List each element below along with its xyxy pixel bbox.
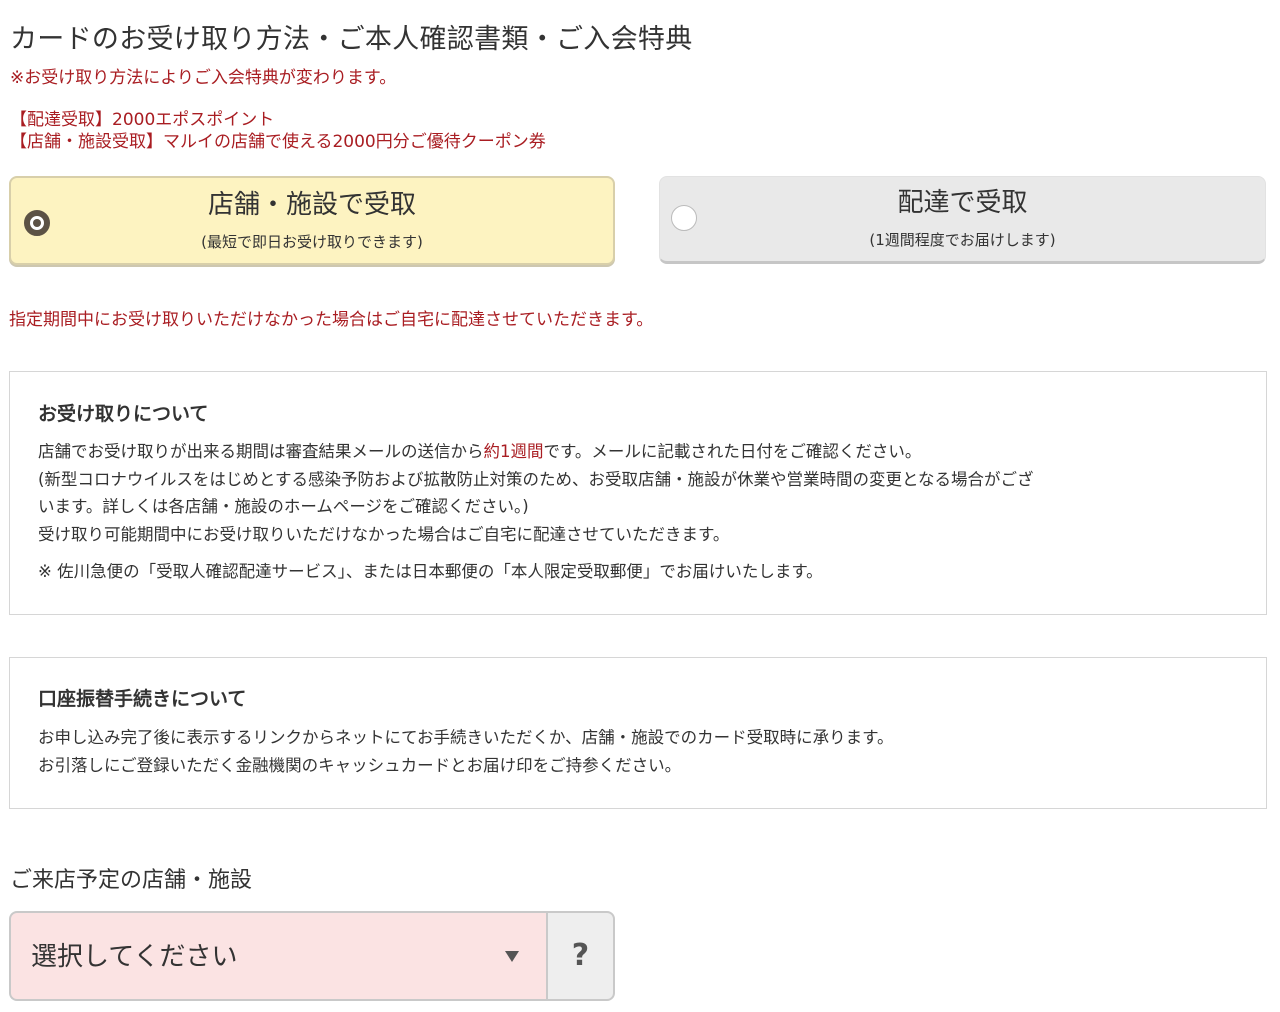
covid-notice-line2: います。詳しくは各店舗・施設のホームページをご確認ください。) — [38, 497, 529, 516]
transfer-text-line2: お引落しにご登録いただく金融機関のキャッシュカードとお届け印をご持参ください。 — [38, 756, 682, 775]
benefit-store: 【店舗・施設受取】マルイの店舗で使える2000円分ご優待クーポン券 — [10, 132, 546, 152]
receipt-period-suffix: です。メールに記載された日付をご確認ください。 — [543, 442, 922, 461]
receipt-delivery-note: ※ 佐川急便の「受取人確認配達サービス」、または日本郵便の「本人限定受取郵便」で… — [38, 562, 823, 581]
option-delivery-title: 配達で受取 — [897, 188, 1028, 218]
receipt-period-prefix: 店舗でお受け取りが出来る期間は審査結果メールの送信から — [38, 442, 484, 461]
store-select-value: 選択してください — [31, 942, 238, 972]
receipt-period-text: 店舗でお受け取りが出来る期間は審査結果メールの送信から約1週間です。メールに記載… — [38, 438, 921, 465]
receipt-info-box: お受け取りについて 店舗でお受け取りが出来る期間は審査結果メールの送信から約1週… — [9, 371, 1267, 615]
option-store-subtitle: (最短で即日お受け取りできます) — [201, 233, 423, 251]
option-store-pickup[interactable]: 店舗・施設で受取 (最短で即日お受け取りできます) — [9, 176, 615, 265]
option-store-title: 店舗・施設で受取 — [207, 190, 416, 220]
receipt-period-highlight: 約1週間 — [483, 442, 544, 461]
pickup-warning: 指定期間中にお受け取りいただけなかった場合はご自宅に配達させていただきます。 — [9, 310, 654, 330]
receipt-fallback-text: 受け取り可能期間中にお受け取りいただけなかった場合はご自宅に配達させていただきま… — [38, 525, 730, 544]
covid-notice-line1: (新型コロナウイルスをはじめとする感染予防および拡散防止対策のため、お受取店舗・… — [38, 470, 1034, 489]
store-select-dropdown[interactable]: 選択してください — [9, 911, 548, 1001]
caret-down-icon — [505, 951, 519, 962]
store-select-label: ご来店予定の店舗・施設 — [10, 868, 253, 893]
page-title: カードのお受け取り方法・ご本人確認書類・ご入会特典 — [10, 24, 693, 56]
benefit-delivery: 【配達受取】2000エポスポイント — [10, 110, 275, 130]
account-transfer-box: 口座振替手続きについて お申し込み完了後に表示するリンクからネットにてお手続きい… — [9, 657, 1267, 809]
option-delivery-subtitle: (1週間程度でお届けします) — [869, 231, 1056, 249]
benefit-notice: ※お受け取り方法によりご入会特典が変わります。 — [10, 68, 397, 88]
receipt-heading: お受け取りについて — [38, 403, 209, 425]
transfer-heading: 口座振替手続きについて — [38, 688, 247, 710]
transfer-text-line1: お申し込み完了後に表示するリンクからネットにてお手続きいただくか、店舗・施設での… — [38, 728, 894, 747]
help-button[interactable]: ? — [546, 911, 615, 1001]
option-delivery[interactable]: 配達で受取 (1週間程度でお届けします) — [659, 176, 1266, 264]
question-icon: ? — [571, 938, 590, 973]
